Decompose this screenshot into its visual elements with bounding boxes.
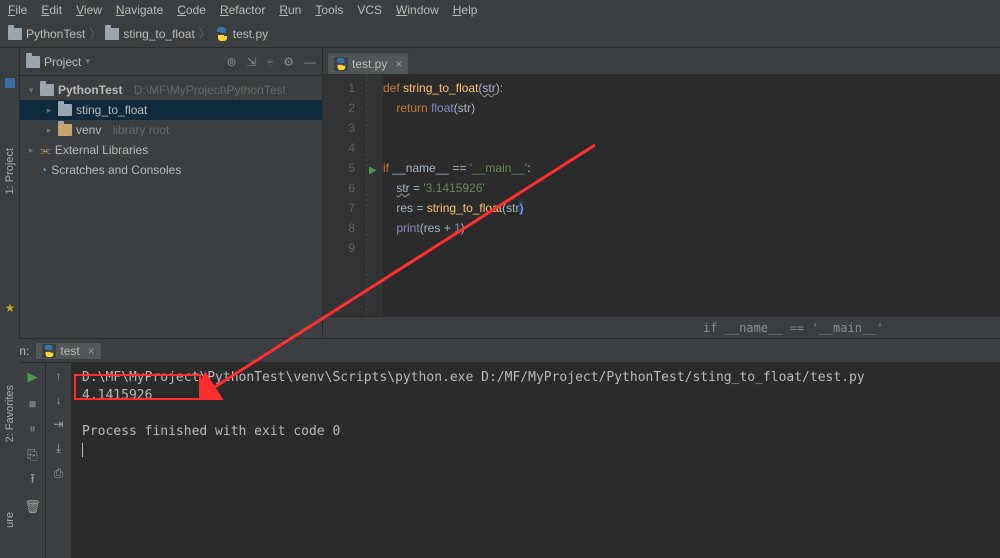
editor-tabs: test.py × [323,48,1000,74]
breadcrumb-folder[interactable]: sting_to_float [105,27,194,41]
menu-file[interactable]: File [4,1,31,19]
tree-root-name: PythonTest [58,83,122,97]
code-line[interactable] [383,138,530,158]
tree-scratches[interactable]: ◔ Scratches and Consoles [20,160,322,180]
menu-window[interactable]: Window [392,1,443,19]
code-line[interactable]: if __name__ == '__main__': [383,158,530,178]
hide-panel-button[interactable]: — [304,55,316,69]
settings-gear-button[interactable]: ⚙ [283,55,294,69]
editor-gutter: 123456789 ▶ [323,74,383,316]
project-tree[interactable]: ▾ PythonTest D:\MF\MyProject\PythonTest … [20,76,322,184]
code-area[interactable]: def string_to_float(str): return float(s… [383,74,530,316]
run-tab-test[interactable]: test × [35,342,101,360]
sidebar-project-label[interactable]: 1: Project [4,148,16,194]
code-line[interactable]: return float(str) [383,98,530,118]
folder-icon [8,28,22,40]
breadcrumb: PythonTest 〉 sting_to_float 〉 test.py [0,20,1000,48]
close-tab-icon[interactable]: × [395,57,402,71]
editor-area: test.py × 123456789 ▶ def string_to_floa… [323,48,1000,338]
run-toolbar-primary: ▶ ■ ⏸ ⎘ ⭱ 🗑 [20,363,46,558]
main-area: 1: Project Project ▾ ⊚ ⇲ ÷ ⚙ — ▾ PythonT… [0,48,1000,338]
chevron-down-icon: ▾ [85,56,90,67]
menu-code[interactable]: Code [173,1,210,19]
sidebar-structure-label[interactable]: ure [4,512,16,528]
folder-icon [58,104,72,116]
project-icon [26,56,40,68]
menu-navigate[interactable]: Navigate [112,1,167,19]
menu-bar: File Edit View Navigate Code Refactor Ru… [0,0,1000,20]
run-tool-body: ▶ ■ ⏸ ⎘ ⭱ 🗑 ↑ ↓ ⇥ ⤓ ⎙ D:\MF\MyProject\Py… [0,362,1000,558]
menu-refactor[interactable]: Refactor [216,1,269,19]
expand-icon[interactable]: ▸ [44,105,54,116]
tree-item-sting-to-float[interactable]: ▸ sting_to_float [20,100,322,120]
run-toolbar-secondary: ↑ ↓ ⇥ ⤓ ⎙ [46,363,72,558]
favorites-icon[interactable]: ★ [5,301,16,315]
rerun-button[interactable]: ▶ [25,369,41,385]
code-line[interactable]: def string_to_float(str): [383,78,530,98]
menu-help[interactable]: Help [449,1,482,19]
left-toolwindow-strip: 1: Project [0,48,20,338]
divider-icon: ÷ [267,55,274,69]
editor-context-crumb: if __name__ == '__main__' [323,316,1000,338]
menu-tools[interactable]: Tools [311,1,347,19]
delete-button[interactable]: 🗑 [25,499,41,515]
menu-view[interactable]: View [72,1,106,19]
soft-wrap-button[interactable]: ⇥ [53,417,63,431]
tree-item-venv[interactable]: ▸ venv library root [20,120,322,140]
project-panel: Project ▾ ⊚ ⇲ ÷ ⚙ — ▾ PythonTest D:\MF\M… [20,48,323,338]
project-tool-icon[interactable] [5,78,15,88]
expand-icon[interactable]: ▾ [26,85,36,96]
python-run-icon [42,344,56,358]
expand-icon[interactable]: ▸ [44,125,54,136]
stop-button[interactable]: ■ [25,395,41,411]
close-run-tab-icon[interactable]: × [88,344,95,358]
project-panel-header: Project ▾ ⊚ ⇲ ÷ ⚙ — [20,48,322,76]
library-icon: ⫘ [40,143,51,158]
breadcrumb-separator: 〉 [89,25,101,42]
run-tool-header: Run: test × [0,338,1000,362]
exit-button[interactable]: ⭱ [25,473,41,489]
folder-icon [40,84,54,96]
scratches-icon: ◔ [40,163,47,177]
sidebar-favorites-label[interactable]: 2: Favorites [4,385,16,442]
up-stack-button[interactable]: ↑ [56,369,62,383]
print-button[interactable]: ⎙ [54,466,64,481]
folder-icon [105,28,119,40]
tree-external-libraries[interactable]: ▸ ⫘ External Libraries [20,140,322,160]
scroll-to-end-button[interactable]: ⤓ [56,441,61,456]
code-line[interactable]: str = '3.1415926' [383,178,530,198]
left-toolwindow-strip-lower: ★ 2: Favorites ure [0,338,20,558]
down-stack-button[interactable]: ↓ [56,393,62,407]
run-console[interactable]: D:\MF\MyProject\PythonTest\venv\Scripts\… [72,363,1000,558]
folder-icon [58,124,72,136]
python-file-icon [215,27,229,41]
breadcrumb-file[interactable]: test.py [215,27,268,41]
tree-root[interactable]: ▾ PythonTest D:\MF\MyProject\PythonTest [20,80,322,100]
tree-root-path: D:\MF\MyProject\PythonTest [134,83,286,97]
editor-tab-test-py[interactable]: test.py × [327,52,409,74]
python-file-icon [334,57,348,71]
project-panel-title[interactable]: Project ▾ [26,55,227,69]
project-panel-tools: ⊚ ⇲ ÷ ⚙ — [227,55,316,69]
menu-edit[interactable]: Edit [37,1,66,19]
pause-button[interactable]: ⏸ [25,421,41,437]
code-line[interactable]: res = string_to_float(str) [383,198,530,218]
code-line[interactable]: print(res + 1) [383,218,530,238]
editor-body[interactable]: 123456789 ▶ def string_to_float(str): re… [323,74,1000,316]
expand-icon [26,165,36,175]
collapse-all-button[interactable]: ⇲ [247,55,257,69]
menu-run[interactable]: Run [275,1,305,19]
code-line[interactable] [383,238,530,258]
locate-file-button[interactable]: ⊚ [227,55,237,69]
dump-threads-button[interactable]: ⎘ [25,447,41,463]
expand-icon[interactable]: ▸ [26,145,36,156]
code-line[interactable] [383,118,530,138]
breadcrumb-root[interactable]: PythonTest [8,27,85,41]
breadcrumb-separator: 〉 [199,25,211,42]
menu-vcs[interactable]: VCS [353,1,386,19]
